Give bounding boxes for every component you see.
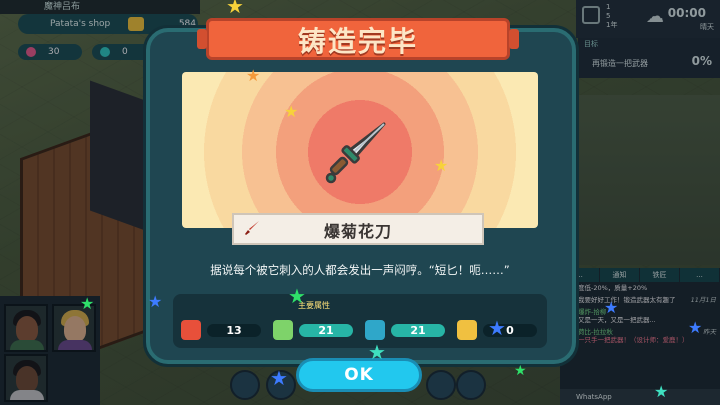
sparkle-icon: ★: [284, 102, 299, 121]
stat-attack-value: 13: [207, 324, 261, 337]
sparkle-icon: ★: [688, 318, 703, 337]
sparkle-icon: ★: [514, 363, 527, 379]
sparkle-icon: ★: [654, 382, 669, 401]
weapon-name-banner: 爆菊花刀: [216, 213, 500, 247]
sparkle-icon: ★: [604, 298, 619, 317]
dagger-icon: [325, 122, 386, 184]
sparkle-icon: ★: [270, 366, 288, 390]
sparkle-icon: ★: [368, 340, 386, 364]
title-banner: 铸造完毕: [197, 12, 519, 62]
sparkle-icon: ★: [288, 284, 306, 308]
stat-precision-value: 21: [391, 324, 445, 337]
speed-icon: [273, 320, 293, 340]
dialog-title: 铸造完毕: [297, 25, 418, 58]
sparkle-icon: ★: [488, 316, 506, 340]
sparkle-icon: ★: [434, 156, 449, 175]
weapon-description: 据说每个被它刺入的人都会发出一声闷哼。“短匕！呃……”: [210, 263, 510, 277]
sparkle-icon: ★: [148, 292, 163, 311]
sparkle-icon: ★: [80, 294, 95, 313]
ok-button[interactable]: OK: [296, 358, 422, 392]
sparkle-icon: ★: [246, 66, 261, 85]
magic-icon: [457, 320, 477, 340]
precision-icon: [365, 320, 385, 340]
attack-icon: [181, 320, 201, 340]
stat-speed-value: 21: [299, 324, 353, 337]
weapon-name: 爆菊花刀: [323, 222, 392, 241]
